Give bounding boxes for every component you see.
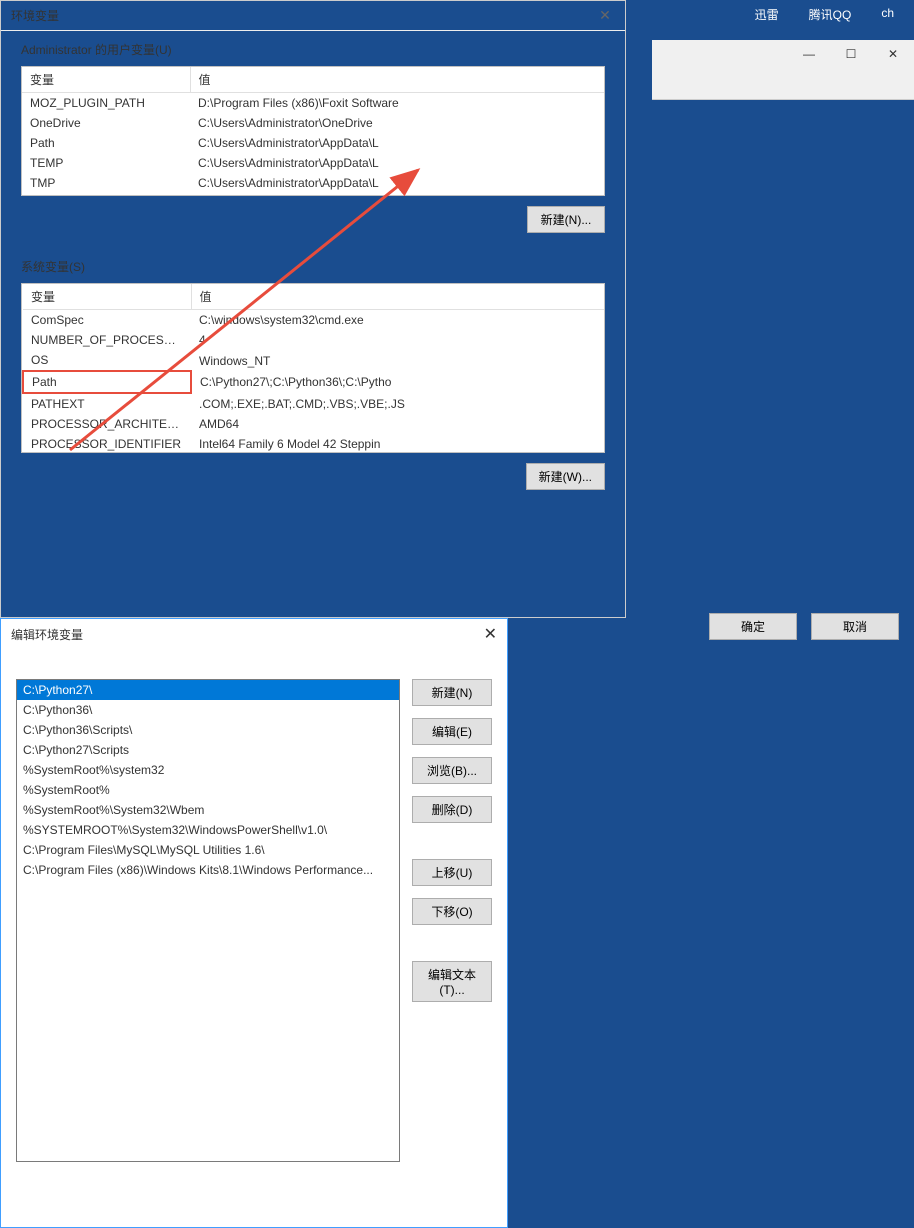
minimize-button[interactable]: — <box>788 40 830 68</box>
delete-button[interactable]: 删除(D) <box>412 796 492 823</box>
environment-variables-window: 环境变量 ✕ Administrator 的用户变量(U) 变量 值 MOZ_P… <box>0 0 626 618</box>
edit-title: 编辑环境变量 <box>11 626 484 643</box>
var-value: C:\Users\Administrator\OneDrive <box>190 113 604 133</box>
var-value: C:\Users\Administrator\AppData\L <box>190 133 604 153</box>
sys-vars-label: 系统变量(S) <box>1 248 625 283</box>
path-entry[interactable]: C:\Python27\ <box>17 680 399 700</box>
table-row[interactable]: ComSpecC:\windows\system32\cmd.exe <box>23 310 604 331</box>
col-value[interactable]: 值 <box>190 67 604 93</box>
var-name: TEMP <box>22 153 190 173</box>
edit-env-variable-window: 编辑环境变量 ✕ C:\Python27\C:\Python36\C:\Pyth… <box>0 618 508 1228</box>
path-entry[interactable]: %SystemRoot%\System32\Wbem <box>17 800 399 820</box>
sys-vars-table[interactable]: 变量 值 ComSpecC:\windows\system32\cmd.exeN… <box>21 283 605 453</box>
table-row[interactable]: NUMBER_OF_PROCESSORS4 <box>23 330 604 350</box>
var-name: ComSpec <box>23 310 191 331</box>
path-entry[interactable]: %SystemRoot%\system32 <box>17 760 399 780</box>
ok-button[interactable]: 确定 <box>709 613 797 640</box>
path-entry[interactable]: C:\Python36\Scripts\ <box>17 720 399 740</box>
table-row[interactable]: OSWindows_NT <box>23 350 604 371</box>
browse-button[interactable]: 浏览(B)... <box>412 757 492 784</box>
var-value: .COM;.EXE;.BAT;.CMD;.VBS;.VBE;.JS <box>191 393 604 414</box>
move-down-button[interactable]: 下移(O) <box>412 898 492 925</box>
table-row[interactable]: MOZ_PLUGIN_PATHD:\Program Files (x86)\Fo… <box>22 93 604 114</box>
path-entry[interactable]: C:\Program Files (x86)\Windows Kits\8.1\… <box>17 860 399 880</box>
background-window-controls: — ☐ ✕ <box>652 40 914 100</box>
var-value: Intel64 Family 6 Model 42 Steppin <box>191 434 604 453</box>
user-vars-table[interactable]: 变量 值 MOZ_PLUGIN_PATHD:\Program Files (x8… <box>21 66 605 196</box>
taskbar-item[interactable]: 迅雷 <box>755 6 779 24</box>
move-up-button[interactable]: 上移(U) <box>412 859 492 886</box>
path-entry[interactable]: %SYSTEMROOT%\System32\WindowsPowerShell\… <box>17 820 399 840</box>
user-vars-label: Administrator 的用户变量(U) <box>1 31 625 66</box>
var-value: C:\windows\system32\cmd.exe <box>191 310 604 331</box>
table-row[interactable]: PathC:\Python27\;C:\Python36\;C:\Pytho <box>23 371 604 393</box>
path-entries-list[interactable]: C:\Python27\C:\Python36\C:\Python36\Scri… <box>16 679 400 1162</box>
var-name: Path <box>23 371 191 393</box>
taskbar-item[interactable]: ch <box>881 6 894 24</box>
edit-button[interactable]: 编辑(E) <box>412 718 492 745</box>
cancel-button[interactable]: 取消 <box>811 613 899 640</box>
path-entry[interactable]: C:\Python36\ <box>17 700 399 720</box>
path-entry[interactable]: C:\Python27\Scripts <box>17 740 399 760</box>
var-value: C:\Users\Administrator\AppData\L <box>190 173 604 193</box>
env-title: 环境变量 <box>11 7 595 24</box>
var-name: TMP <box>22 173 190 193</box>
env-titlebar: 环境变量 ✕ <box>1 1 625 31</box>
path-entry[interactable]: C:\Program Files\MySQL\MySQL Utilities 1… <box>17 840 399 860</box>
table-row[interactable]: PATHEXT.COM;.EXE;.BAT;.CMD;.VBS;.VBE;.JS <box>23 393 604 414</box>
edit-buttons-column: 新建(N) 编辑(E) 浏览(B)... 删除(D) 上移(U) 下移(O) 编… <box>412 679 492 1162</box>
var-value: AMD64 <box>191 414 604 434</box>
var-name: PROCESSOR_ARCHITECT... <box>23 414 191 434</box>
table-row[interactable]: PROCESSOR_IDENTIFIERIntel64 Family 6 Mod… <box>23 434 604 453</box>
edit-text-button[interactable]: 编辑文本(T)... <box>412 961 492 1002</box>
close-icon[interactable]: ✕ <box>484 624 497 644</box>
var-value: 4 <box>191 330 604 350</box>
var-name: PATHEXT <box>23 393 191 414</box>
col-variable[interactable]: 变量 <box>23 284 191 310</box>
new-user-var-button[interactable]: 新建(N)... <box>527 206 605 233</box>
var-name: NUMBER_OF_PROCESSORS <box>23 330 191 350</box>
var-value: D:\Program Files (x86)\Foxit Software <box>190 93 604 114</box>
col-value[interactable]: 值 <box>191 284 604 310</box>
edit-titlebar: 编辑环境变量 ✕ <box>1 619 507 649</box>
var-value: C:\Users\Administrator\AppData\L <box>190 153 604 173</box>
new-button[interactable]: 新建(N) <box>412 679 492 706</box>
var-name: MOZ_PLUGIN_PATH <box>22 93 190 114</box>
table-row[interactable]: PathC:\Users\Administrator\AppData\L <box>22 133 604 153</box>
maximize-button[interactable]: ☐ <box>830 40 872 68</box>
var-name: OS <box>23 350 191 371</box>
var-name: Path <box>22 133 190 153</box>
table-row[interactable]: PROCESSOR_ARCHITECT...AMD64 <box>23 414 604 434</box>
table-row[interactable]: TMPC:\Users\Administrator\AppData\L <box>22 173 604 193</box>
desktop-taskbar: 迅雷 腾讯QQ ch <box>735 0 914 30</box>
var-name: PROCESSOR_IDENTIFIER <box>23 434 191 453</box>
var-name: OneDrive <box>22 113 190 133</box>
var-value: C:\Python27\;C:\Python36\;C:\Pytho <box>191 371 604 393</box>
new-sys-var-button[interactable]: 新建(W)... <box>526 463 605 490</box>
var-value: Windows_NT <box>191 350 604 371</box>
table-row[interactable]: TEMPC:\Users\Administrator\AppData\L <box>22 153 604 173</box>
taskbar-item[interactable]: 腾讯QQ <box>809 6 852 24</box>
close-button[interactable]: ✕ <box>872 40 914 68</box>
close-icon[interactable]: ✕ <box>595 7 615 24</box>
table-row[interactable]: OneDriveC:\Users\Administrator\OneDrive <box>22 113 604 133</box>
path-entry[interactable]: %SystemRoot% <box>17 780 399 800</box>
col-variable[interactable]: 变量 <box>22 67 190 93</box>
